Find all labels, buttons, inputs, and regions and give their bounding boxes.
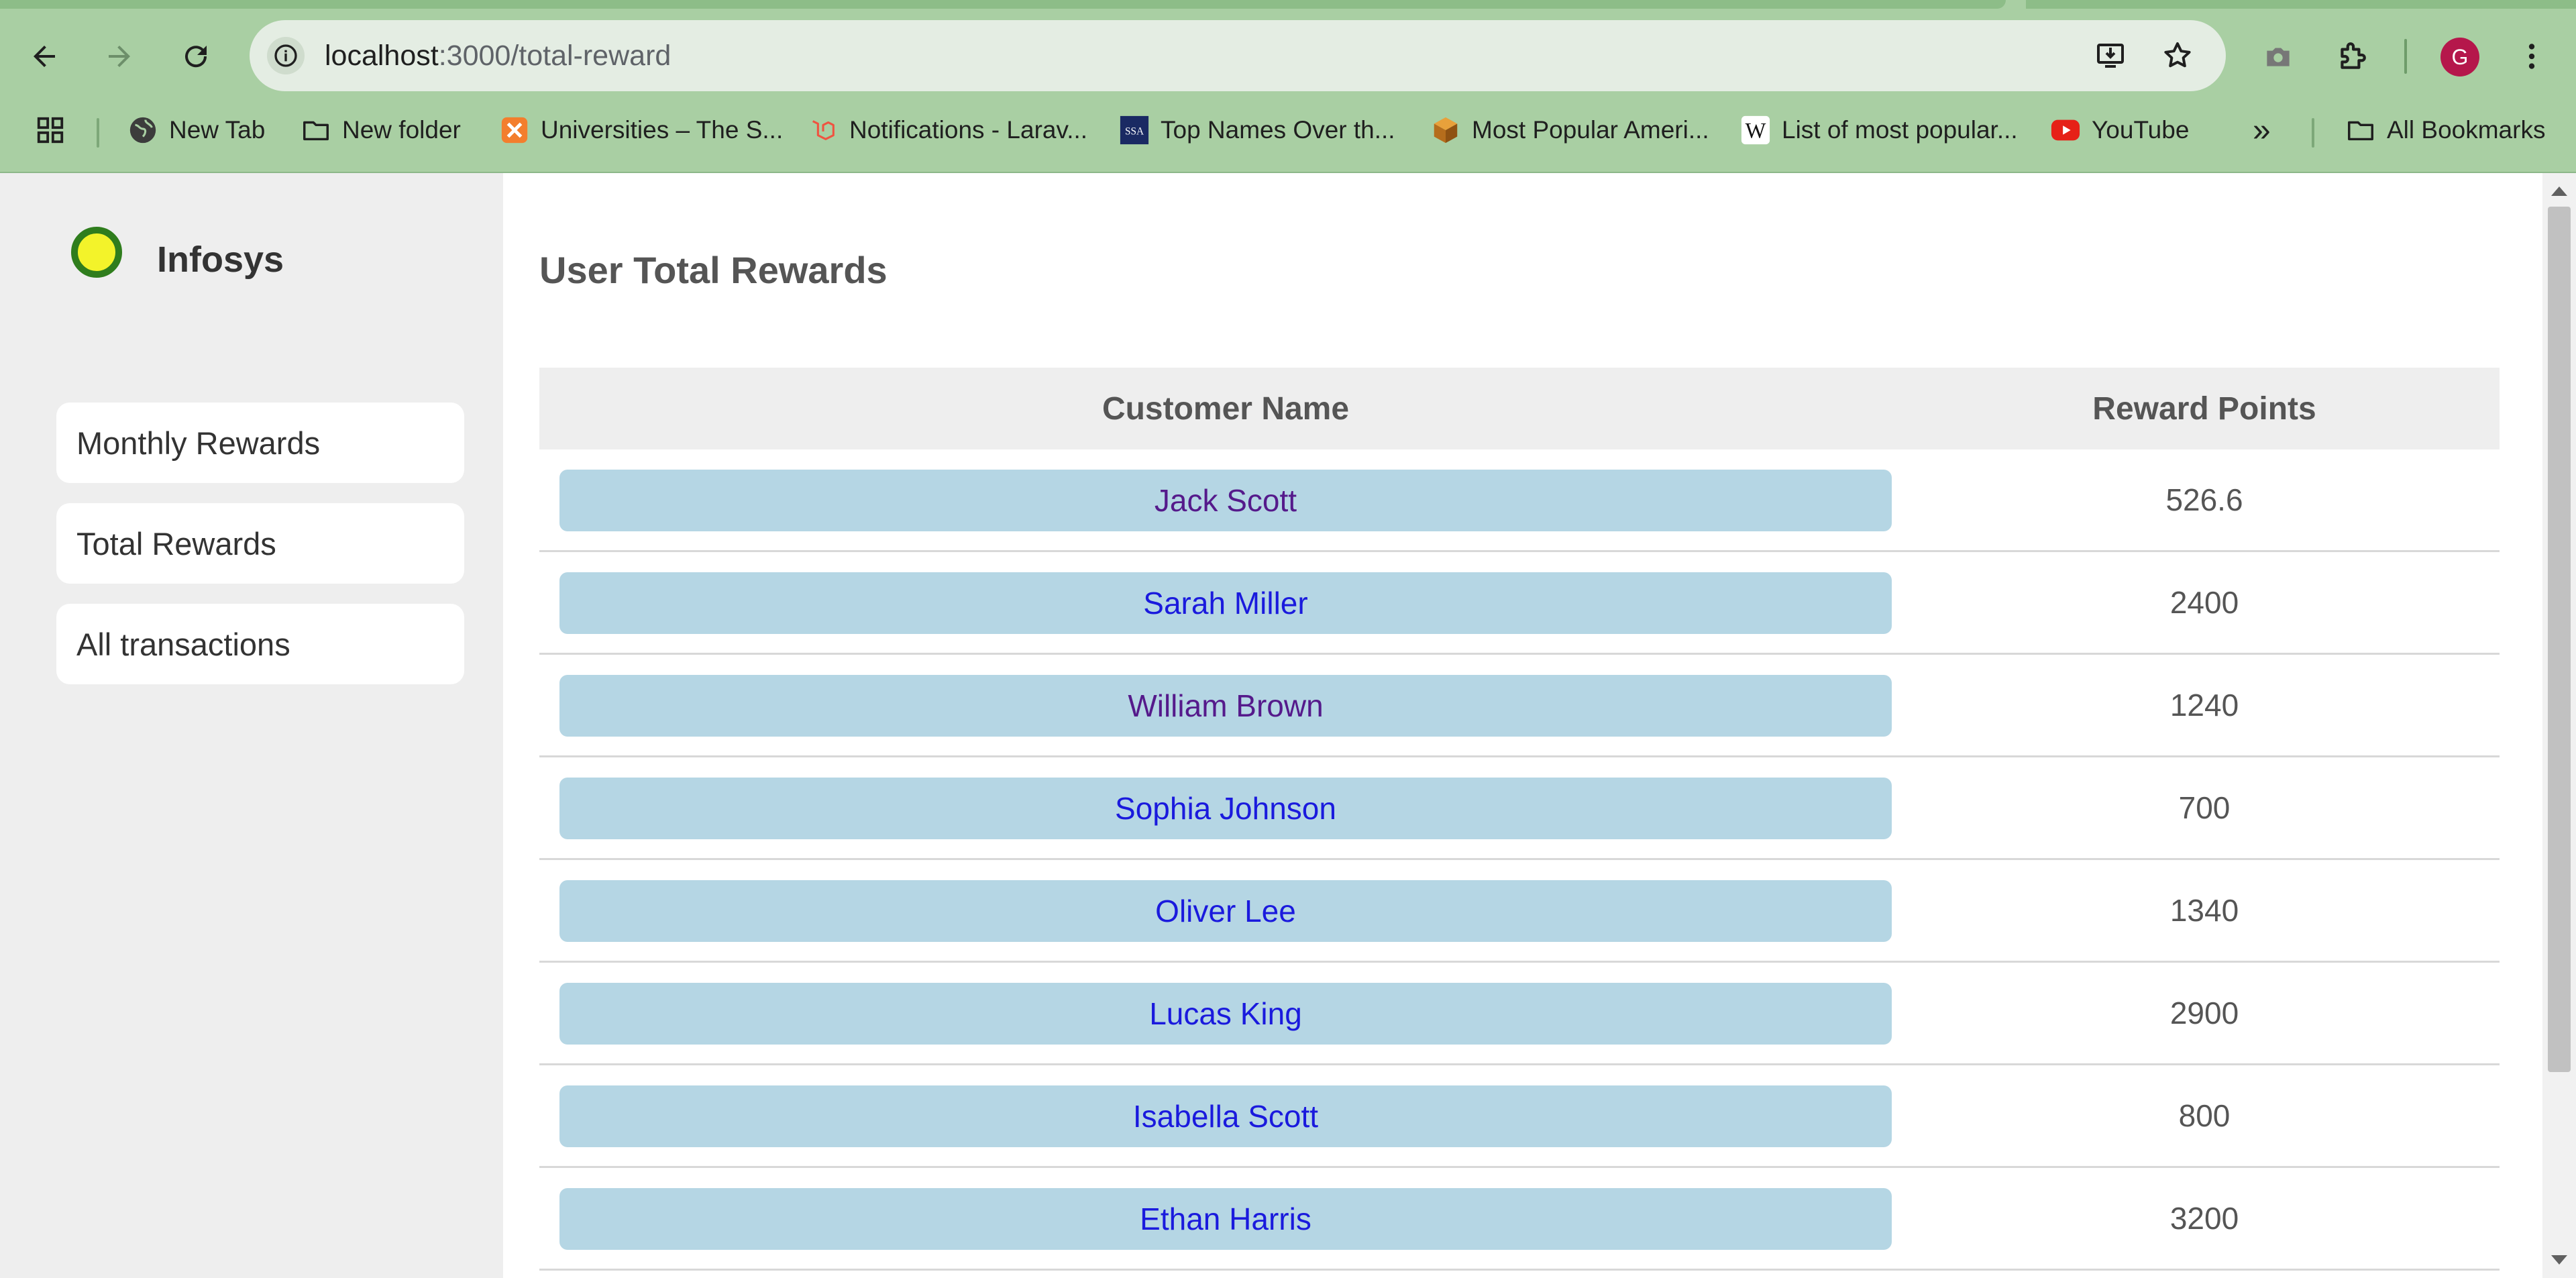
reward-points-cell: 2400: [2169, 585, 2239, 620]
wiki-badge-text: W: [1746, 119, 1766, 144]
table-row: Ethan Harris 3200: [539, 1168, 2500, 1271]
url-path: :3000/total-reward: [438, 40, 672, 72]
customer-name-button[interactable]: Ethan Harris: [559, 1188, 1892, 1250]
bookmark-label: List of most popular...: [1782, 116, 2018, 144]
customer-name-button[interactable]: Isabella Scott: [559, 1085, 1892, 1147]
youtube-icon: [2050, 115, 2081, 146]
forward-button[interactable]: [93, 30, 146, 83]
reward-points-cell: 700: [2178, 790, 2231, 825]
bookmarks-divider: [2312, 118, 2314, 148]
bookmark-universities[interactable]: Universities – The S...: [499, 107, 783, 153]
sidebar: [0, 173, 503, 1278]
bookmarks-bar: New Tab New folder Universities – The S.…: [0, 107, 2576, 153]
sidebar-item-all-transactions[interactable]: All transactions: [56, 604, 464, 684]
arrow-right-icon: [109, 46, 130, 67]
table-header: Customer Name Reward Points: [539, 368, 2500, 449]
table-row: Lucas King 2900: [539, 963, 2500, 1065]
wikipedia-icon: W: [1740, 115, 1771, 146]
bookmark-notifications-laravel[interactable]: Notifications - Larav...: [808, 107, 1087, 153]
site-info-icon[interactable]: [267, 37, 305, 74]
profile-avatar[interactable]: G: [2440, 38, 2479, 76]
scroll-up-arrow-icon[interactable]: [2551, 187, 2567, 196]
bookmark-youtube[interactable]: YouTube: [2050, 107, 2189, 153]
vertical-scrollbar[interactable]: [2542, 173, 2576, 1278]
bookmark-label: All Bookmarks: [2387, 116, 2546, 144]
folder-icon: [2345, 115, 2376, 146]
table-row: Oliver Lee 1340: [539, 860, 2500, 963]
chevron-double-right-icon: »: [2253, 112, 2271, 148]
url-text[interactable]: localhost:3000/total-reward: [325, 38, 671, 73]
customer-name-button[interactable]: Sophia Johnson: [559, 778, 1892, 839]
bookmarks-divider: [97, 118, 99, 148]
customer-name-button[interactable]: Lucas King: [559, 983, 1892, 1045]
profile-initial: G: [2451, 44, 2469, 69]
page-title: User Total Rewards: [539, 249, 888, 291]
bookmark-new-tab[interactable]: New Tab: [127, 107, 265, 153]
menu-kebab-icon[interactable]: [2505, 30, 2559, 83]
extensions-icon[interactable]: [2325, 30, 2379, 83]
bookmark-top-names[interactable]: SSA Top Names Over th...: [1119, 107, 1395, 153]
sidebar-item-label: Monthly Rewards: [76, 425, 321, 461]
globe-icon: [127, 115, 158, 146]
bookmark-new-folder[interactable]: New folder: [301, 107, 461, 153]
sidebar-item-total-rewards[interactable]: Total Rewards: [56, 503, 464, 584]
xampp-icon: [499, 115, 530, 146]
bookmark-most-popular[interactable]: Most Popular Ameri...: [1430, 107, 1709, 153]
bookmark-label: YouTube: [2092, 116, 2190, 144]
table-row: William Brown 1240: [539, 655, 2500, 757]
table-row: Jack Scott 526.6: [539, 449, 2500, 552]
scroll-down-arrow-icon[interactable]: [2551, 1255, 2567, 1265]
reload-icon: [185, 46, 207, 68]
scrollbar-thumb[interactable]: [2548, 207, 2571, 1072]
table-row: Sarah Miller 2400: [539, 552, 2500, 655]
reward-points-cell: 3200: [2169, 1201, 2239, 1236]
url-host: localhost: [325, 40, 439, 72]
ssa-icon: SSA: [1119, 115, 1150, 146]
bookmark-label: New folder: [342, 116, 461, 144]
bookmark-label: New Tab: [169, 116, 266, 144]
reload-button[interactable]: [169, 30, 223, 83]
reward-points-cell: 1340: [2169, 893, 2239, 928]
sidebar-item-label: Total Rewards: [76, 525, 276, 562]
sidebar-item-monthly-rewards[interactable]: Monthly Rewards: [56, 403, 464, 483]
table-row: Sophia Johnson 700: [539, 757, 2500, 860]
logo-circle-icon: [71, 227, 122, 278]
bookmark-label: Most Popular Ameri...: [1472, 116, 1709, 144]
column-header-reward-points: Reward Points: [2092, 390, 2316, 427]
column-header-customer-name: Customer Name: [1102, 390, 1350, 427]
apps-button[interactable]: [35, 107, 66, 153]
bookmark-wikipedia-list[interactable]: W List of most popular...: [1740, 107, 2018, 153]
arrow-left-icon: [34, 46, 55, 67]
install-app-icon[interactable]: [2092, 37, 2129, 74]
bookmark-star-icon[interactable]: [2159, 37, 2196, 74]
toolbar-divider: [2404, 39, 2407, 74]
browser-chrome: localhost:3000/total-reward G New Tab Ne…: [0, 0, 2576, 173]
folder-icon: [301, 115, 331, 146]
bookmark-label: Top Names Over th...: [1161, 116, 1395, 144]
camera-icon[interactable]: [2251, 30, 2305, 83]
customer-name-button[interactable]: William Brown: [559, 675, 1892, 737]
customer-name-button[interactable]: Sarah Miller: [559, 572, 1892, 634]
laravel-icon: [808, 115, 839, 146]
customer-name-button[interactable]: Oliver Lee: [559, 880, 1892, 942]
brand-name: Infosys: [157, 239, 284, 280]
table-row: Isabella Scott 800: [539, 1065, 2500, 1168]
reward-points-cell: 526.6: [2165, 482, 2243, 517]
box-icon: [1430, 115, 1461, 146]
bookmark-label: Universities – The S...: [541, 116, 784, 144]
bookmark-label: Notifications - Larav...: [849, 116, 1088, 144]
bookmarks-overflow-button[interactable]: »: [2253, 107, 2271, 153]
apps-grid-icon: [35, 115, 66, 146]
customer-name-button[interactable]: Jack Scott: [559, 470, 1892, 531]
all-bookmarks-button[interactable]: All Bookmarks: [2345, 107, 2545, 153]
reward-points-cell: 800: [2178, 1098, 2231, 1133]
sidebar-item-label: All transactions: [76, 626, 290, 662]
address-bar[interactable]: localhost:3000/total-reward: [250, 20, 2226, 91]
tab-strip: [0, 0, 2006, 9]
reward-points-cell: 2900: [2169, 996, 2239, 1030]
back-button[interactable]: [17, 30, 71, 83]
ssa-badge-text: SSA: [1125, 126, 1144, 138]
tab-strip-right: [2026, 0, 2576, 9]
reward-points-cell: 1240: [2169, 688, 2239, 723]
